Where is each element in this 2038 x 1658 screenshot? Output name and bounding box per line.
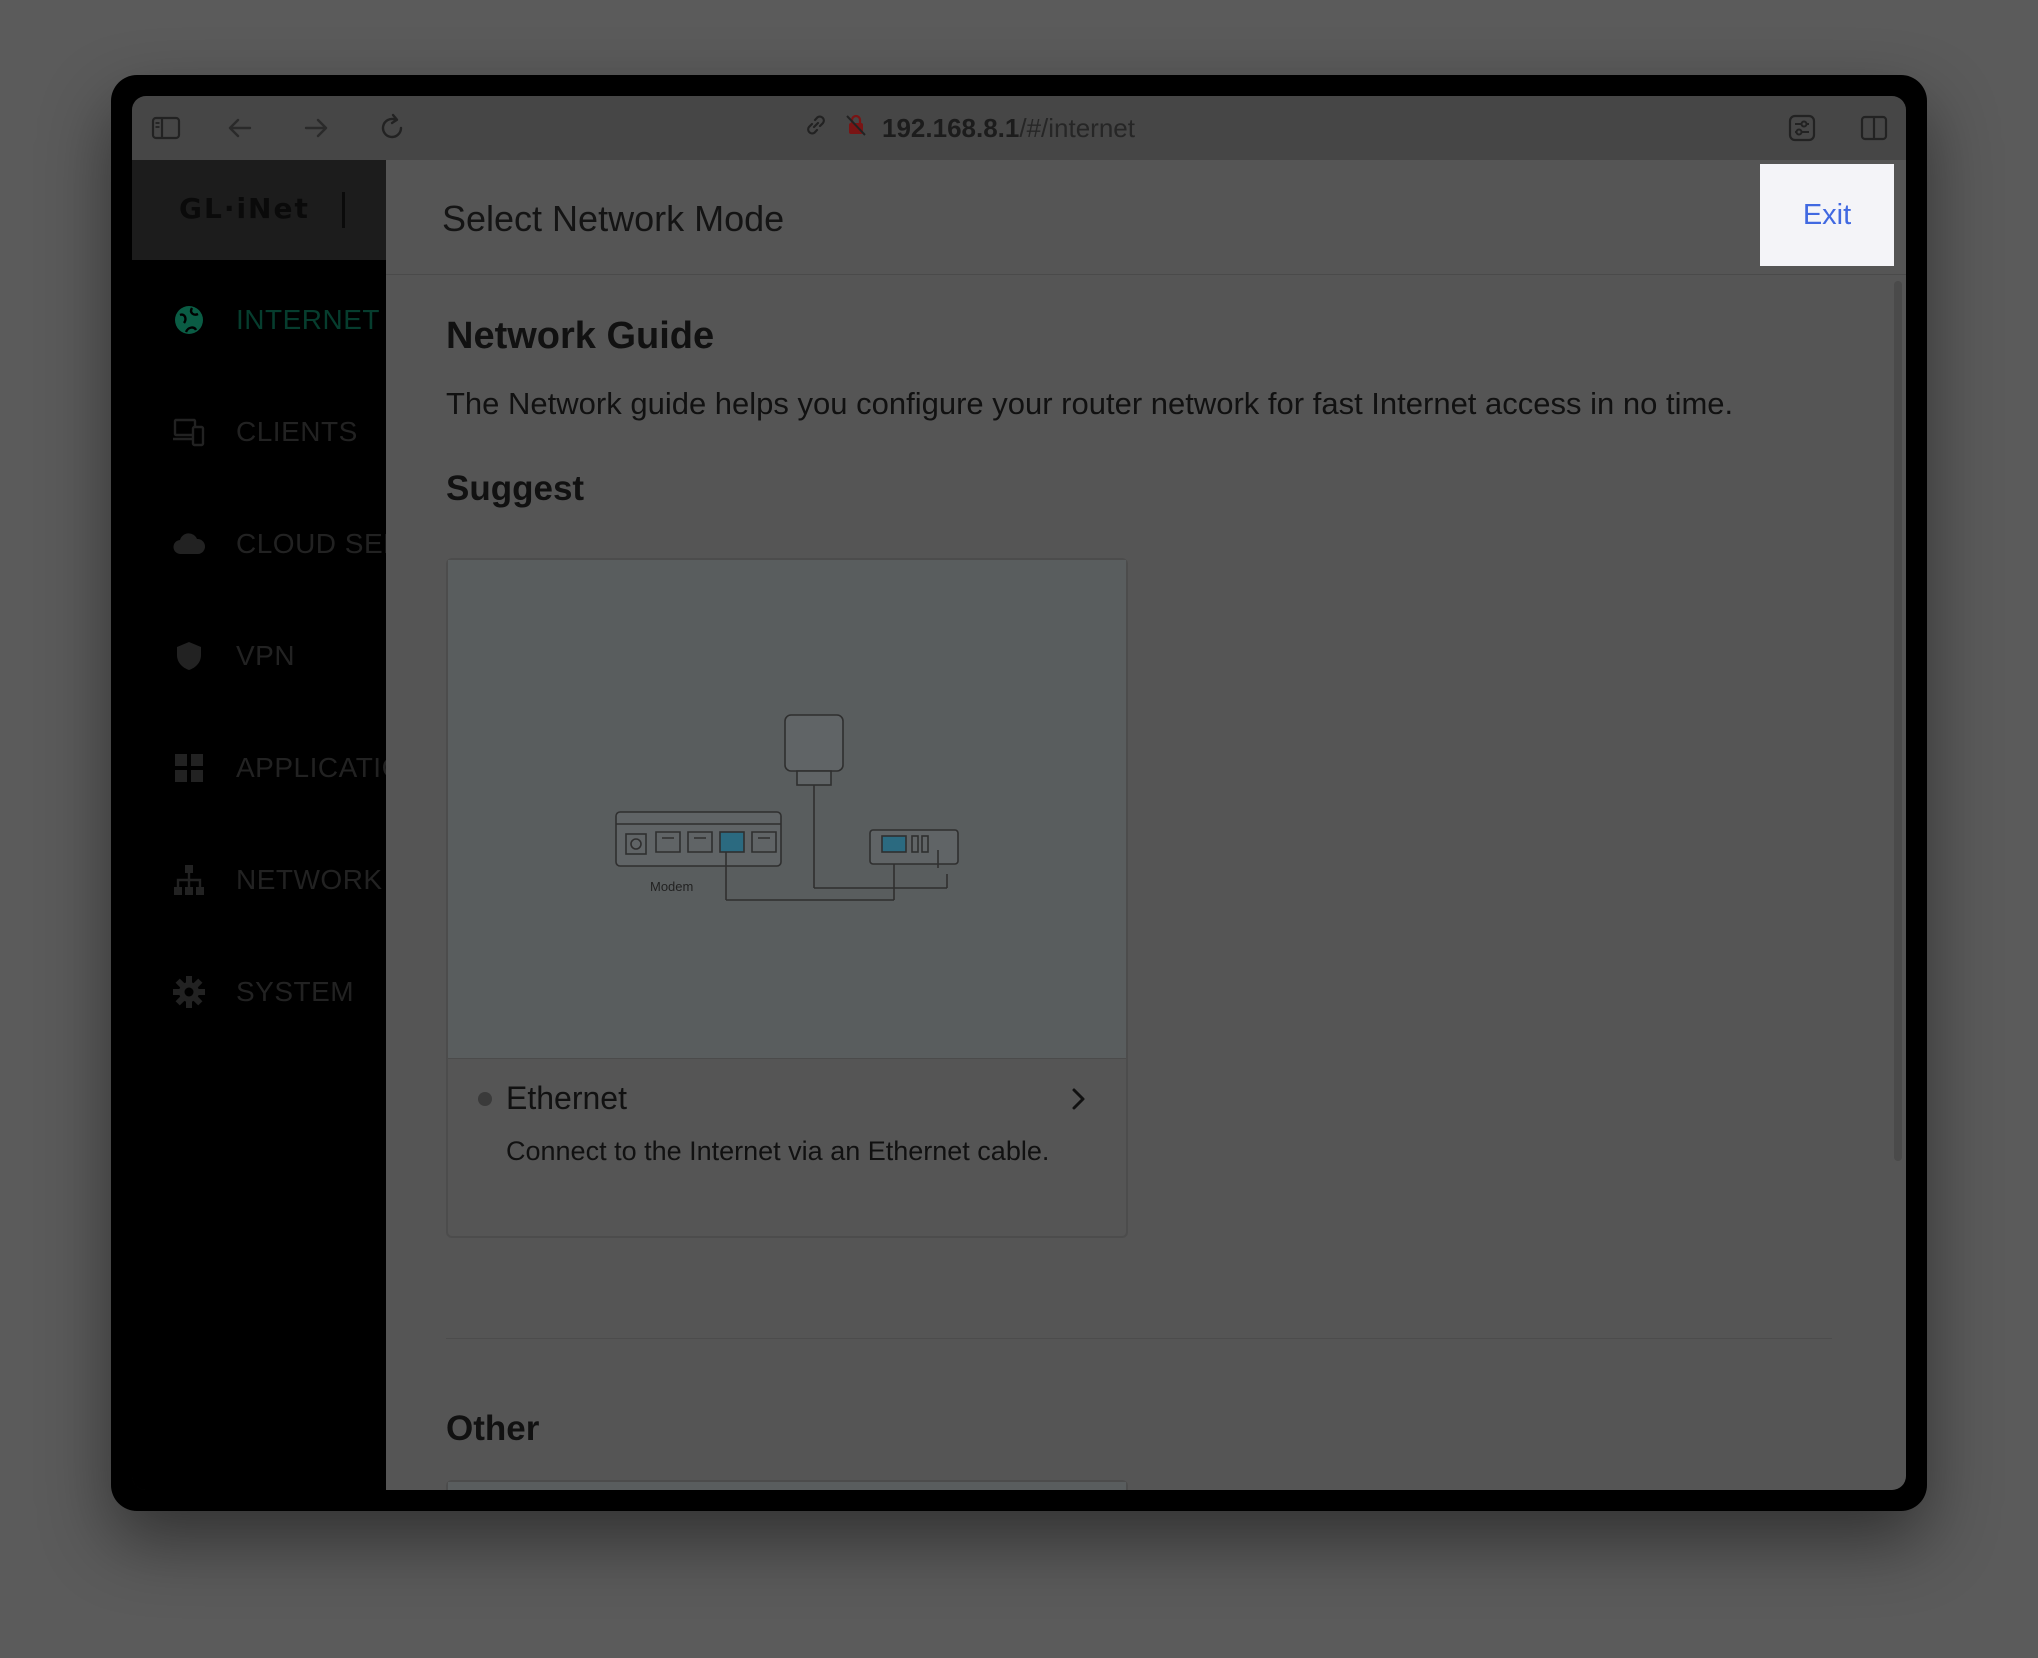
other-heading: Other xyxy=(446,1409,540,1448)
panel-header: Select Network Mode Exit xyxy=(386,160,1906,275)
network-mode-panel: Select Network Mode Exit Network Guide T… xyxy=(386,160,1906,1490)
cloud-icon xyxy=(172,527,206,561)
sidebar-item-clients[interactable]: CLIENTS xyxy=(132,402,386,462)
url-host: 192.168.8.1 xyxy=(882,112,1020,143)
address-bar[interactable]: 192.168.8.1/#/internet xyxy=(802,110,1135,146)
card-subtitle: Connect to the Internet via an Ethernet … xyxy=(506,1136,1050,1166)
forward-arrow-icon[interactable] xyxy=(300,112,332,144)
page-settings-icon[interactable] xyxy=(1786,112,1818,144)
sidebar-item-label: SYSTEM xyxy=(236,976,355,1007)
guide-heading: Network Guide xyxy=(446,315,715,357)
status-dot xyxy=(478,1092,492,1106)
gl-inet-logo: GL·iNet xyxy=(179,192,310,225)
sidebar-item-vpn[interactable]: VPN xyxy=(132,626,386,686)
sidebar-item-applications[interactable]: APPLICATIC xyxy=(132,738,402,798)
sidebar-item-label: VPN xyxy=(236,640,296,671)
card-title: Ethernet xyxy=(506,1080,627,1116)
insecure-lock-icon xyxy=(842,111,870,146)
network-tree-icon xyxy=(172,863,206,897)
sidebar-item-network[interactable]: NETWORK xyxy=(132,850,386,910)
apps-grid-icon xyxy=(172,751,206,785)
browser-toolbar: 192.168.8.1/#/internet xyxy=(132,96,1906,161)
other-mode-illustration xyxy=(448,1482,1126,1490)
link-icon xyxy=(802,111,830,146)
sidebar-item-label: INTERNET xyxy=(236,304,380,335)
chevron-right-icon xyxy=(1064,1084,1094,1114)
sidebar-item-system[interactable]: SYSTEM xyxy=(132,962,386,1022)
exit-button[interactable]: Exit xyxy=(1760,164,1894,266)
sidebar-item-label: APPLICATIC xyxy=(236,752,403,783)
sidebar-item-internet[interactable]: INTERNET xyxy=(132,290,386,350)
url-path: /#/internet xyxy=(1019,112,1135,143)
sidebar-item-label: CLOUD SER xyxy=(236,528,404,559)
reload-icon[interactable] xyxy=(376,112,408,144)
suggest-heading: Suggest xyxy=(446,469,585,508)
panel-content: Network Guide The Network guide helps yo… xyxy=(386,275,1906,1490)
browser-viewport: 192.168.8.1/#/internet GL·iNet INTERNET … xyxy=(132,96,1906,1490)
gear-icon xyxy=(172,975,206,1009)
sidebar-item-label: CLIENTS xyxy=(236,416,358,447)
ethernet-illustration: Modem xyxy=(448,560,1126,1059)
back-arrow-icon[interactable] xyxy=(224,112,256,144)
panel-title: Select Network Mode xyxy=(442,198,785,239)
section-divider xyxy=(446,1338,1832,1339)
guide-description: The Network guide helps you configure yo… xyxy=(446,386,1734,421)
logo-separator xyxy=(342,192,345,228)
sidebar-item-cloud-services[interactable]: CLOUD SER xyxy=(132,514,403,574)
app-sidebar: GL·iNet INTERNET CLIENTS CLOUD SER VPN A… xyxy=(132,160,403,1490)
sidebar-toggle-icon[interactable] xyxy=(150,112,182,144)
globe-icon xyxy=(172,303,206,337)
modem-label: Modem xyxy=(650,879,693,894)
split-view-icon[interactable] xyxy=(1858,112,1890,144)
other-mode-card[interactable] xyxy=(446,1480,1128,1490)
ethernet-card[interactable]: Modem Ethernet Connect to the Internet v… xyxy=(446,558,1128,1238)
devices-icon xyxy=(172,415,206,449)
browser-window: 192.168.8.1/#/internet GL·iNet INTERNET … xyxy=(111,75,1927,1511)
sidebar-item-label: NETWORK xyxy=(236,864,383,895)
shield-icon xyxy=(172,639,206,673)
logo-bar: GL·iNet xyxy=(132,160,386,260)
scrollbar[interactable] xyxy=(1894,281,1902,1161)
